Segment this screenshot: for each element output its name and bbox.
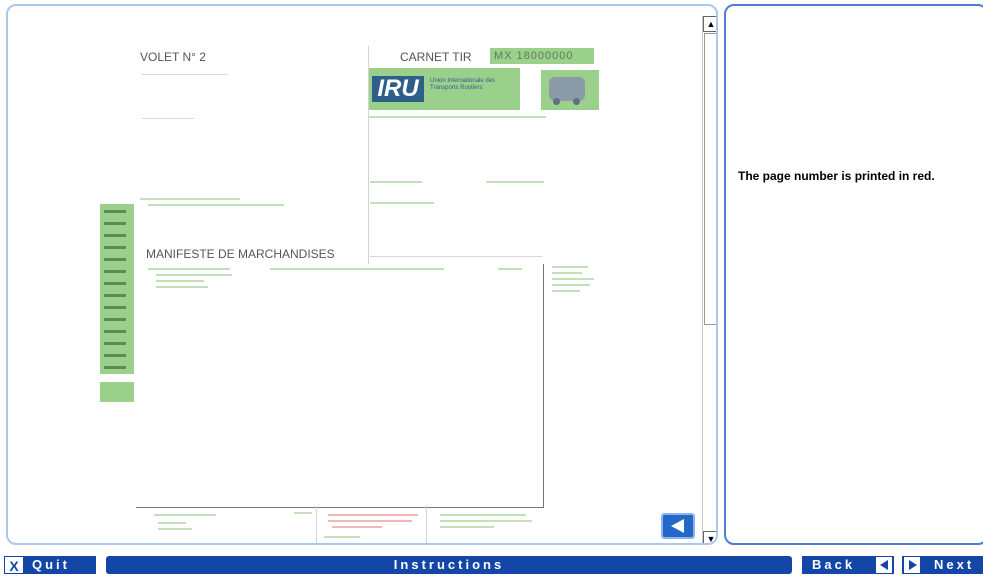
barcode-mark bbox=[104, 246, 126, 249]
instruction-panel: The page number is printed in red. bbox=[724, 4, 983, 545]
divider-line bbox=[426, 506, 427, 543]
carnet-tir-title: CARNET TIR bbox=[400, 50, 472, 64]
form-line bbox=[440, 526, 494, 528]
form-line bbox=[552, 278, 594, 280]
page-number-line bbox=[328, 520, 412, 522]
next-label: Next bbox=[934, 557, 975, 572]
form-line bbox=[370, 202, 434, 204]
form-line bbox=[148, 204, 284, 206]
barcode-mark bbox=[104, 270, 126, 273]
barcode-mark bbox=[104, 306, 126, 309]
page-back-button[interactable] bbox=[661, 513, 695, 539]
barcode-mark bbox=[104, 366, 126, 369]
instructions-button[interactable]: Instructions bbox=[106, 556, 792, 574]
instruction-text: The page number is printed in red. bbox=[738, 169, 935, 183]
truck-icon bbox=[541, 70, 599, 110]
document-viewer: VOLET N° 2 CARNET TIR MX 18000000 IRU Un… bbox=[6, 4, 718, 545]
manifest-title: MANIFESTE DE MARCHANDISES bbox=[146, 247, 335, 261]
vertical-scrollbar[interactable]: ▲ ▼ bbox=[702, 16, 716, 543]
form-line bbox=[552, 284, 590, 286]
volet-title: VOLET N° 2 bbox=[140, 50, 206, 64]
close-icon: X bbox=[4, 556, 24, 574]
barcode-mark bbox=[104, 234, 126, 237]
divider-line bbox=[368, 46, 369, 264]
arrow-left-icon bbox=[876, 557, 892, 573]
form-line bbox=[440, 514, 526, 516]
bottom-navigation: X Quit Instructions Back Next bbox=[0, 552, 983, 577]
form-line bbox=[486, 181, 544, 183]
text-line bbox=[142, 74, 228, 75]
form-line bbox=[552, 266, 588, 268]
scroll-up-button[interactable]: ▲ bbox=[703, 16, 716, 32]
divider-line bbox=[370, 256, 542, 257]
barcode-mark bbox=[104, 210, 126, 213]
form-line bbox=[324, 536, 360, 538]
barcode-mark bbox=[104, 222, 126, 225]
quit-button[interactable]: X Quit bbox=[4, 556, 96, 574]
iru-logo-caption: Union Internationale des Transports Rout… bbox=[430, 78, 496, 91]
form-line bbox=[154, 514, 216, 516]
barcode-mark bbox=[104, 282, 126, 285]
next-button[interactable]: Next bbox=[902, 556, 983, 574]
form-line bbox=[158, 522, 186, 524]
arrow-right-icon bbox=[904, 557, 920, 573]
manifest-table bbox=[136, 264, 544, 508]
iru-logo-word: IRU bbox=[372, 76, 424, 102]
page-number-line bbox=[332, 526, 382, 528]
barcode-note bbox=[100, 382, 134, 402]
back-label: Back bbox=[812, 557, 856, 572]
form-line bbox=[552, 272, 582, 274]
form-line bbox=[158, 528, 192, 530]
back-button[interactable]: Back bbox=[802, 556, 894, 574]
text-line bbox=[142, 118, 194, 119]
scroll-thumb[interactable] bbox=[704, 33, 716, 325]
barcode-mark bbox=[104, 354, 126, 357]
barcode-mark bbox=[104, 294, 126, 297]
form-line bbox=[140, 198, 240, 200]
divider-line bbox=[316, 506, 317, 543]
barcode-mark bbox=[104, 330, 126, 333]
barcode-mark bbox=[104, 318, 126, 321]
form-line bbox=[370, 181, 422, 183]
scroll-down-button[interactable]: ▼ bbox=[703, 531, 716, 543]
form-line bbox=[294, 512, 312, 514]
form-line bbox=[552, 290, 580, 292]
truck-wheel bbox=[553, 98, 560, 105]
form-line bbox=[440, 520, 532, 522]
quit-label: Quit bbox=[32, 557, 70, 572]
page-number-line bbox=[328, 514, 418, 516]
barcode-mark bbox=[104, 342, 126, 345]
barcode-strip bbox=[100, 204, 134, 374]
form-line bbox=[368, 116, 546, 118]
barcode-mark bbox=[104, 258, 126, 261]
truck-wheel bbox=[573, 98, 580, 105]
iru-logo: IRU Union Internationale des Transports … bbox=[368, 68, 520, 110]
serial-number: MX 18000000 bbox=[490, 48, 594, 64]
